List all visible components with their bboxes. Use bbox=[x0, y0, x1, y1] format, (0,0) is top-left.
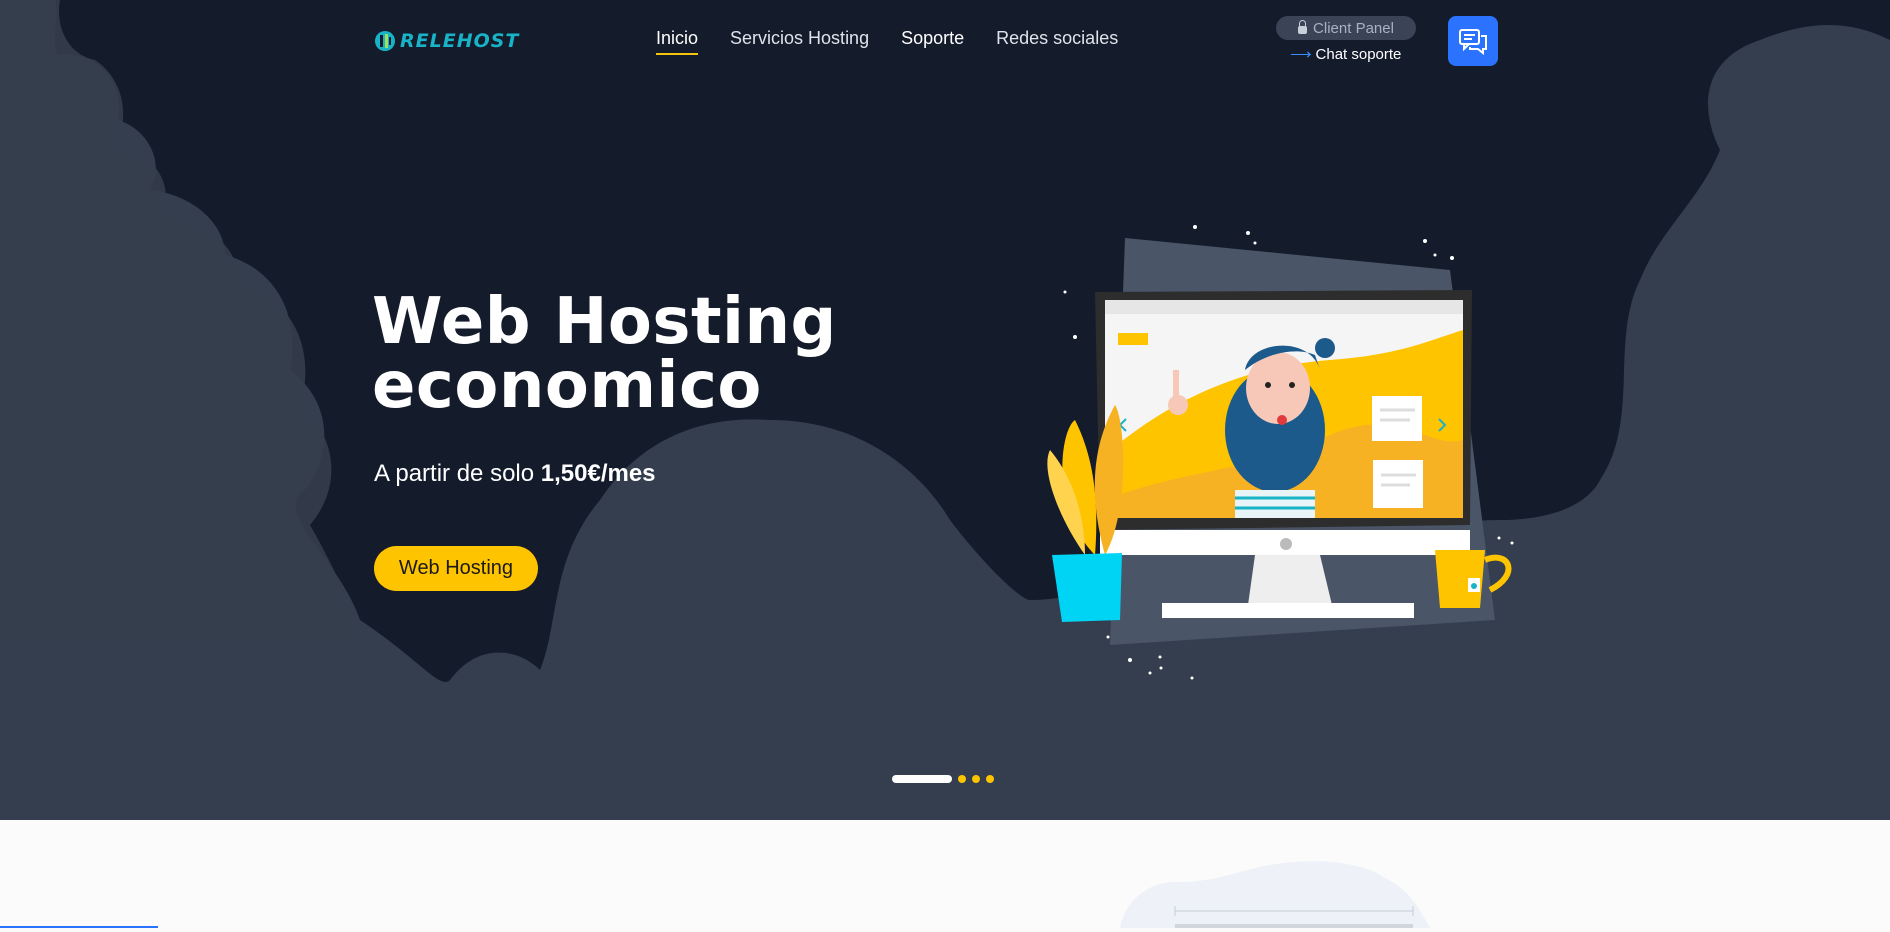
slider-pagination bbox=[892, 775, 994, 783]
chat-support-link[interactable]: ⟶ Chat soporte bbox=[1290, 45, 1402, 64]
subtitle-price: 1,50€/mes bbox=[540, 460, 656, 487]
logo-mark-icon bbox=[375, 31, 395, 51]
chat-support-label: Chat soporte bbox=[1315, 45, 1402, 63]
cloud-background bbox=[0, 0, 1890, 820]
chat-bubbles-icon bbox=[1459, 29, 1487, 55]
chat-button[interactable] bbox=[1448, 16, 1498, 66]
hero-subtitle: A partir de solo 1,50€/mes bbox=[374, 460, 656, 488]
brand-logo[interactable]: RELEHOST bbox=[374, 26, 519, 56]
subtitle-prefix: A partir de solo bbox=[374, 460, 535, 487]
client-panel-label: Client Panel bbox=[1313, 19, 1394, 37]
next-section-decoration bbox=[0, 861, 1430, 928]
client-panel-button[interactable]: Client Panel bbox=[1276, 16, 1416, 40]
hero-section: RELEHOST Inicio Servicios Hosting Soport… bbox=[0, 0, 1890, 820]
nav-item-soporte[interactable]: Soporte bbox=[901, 28, 964, 55]
slider-dot[interactable] bbox=[972, 775, 980, 783]
hero-title-line-1: Web Hosting bbox=[372, 285, 837, 359]
arrow-right-icon: ⟶ bbox=[1290, 46, 1312, 63]
top-navigation: RELEHOST Inicio Servicios Hosting Soport… bbox=[0, 0, 1890, 80]
logo-text: RELEHOST bbox=[400, 30, 520, 52]
next-section bbox=[0, 820, 1890, 928]
lock-icon bbox=[1298, 20, 1308, 34]
slider-dot-active[interactable] bbox=[892, 775, 952, 783]
slider-dot[interactable] bbox=[958, 775, 966, 783]
computer-monitor-illustration bbox=[1047, 225, 1514, 680]
nav-item-inicio[interactable]: Inicio bbox=[656, 28, 699, 55]
nav-item-redes-sociales[interactable]: Redes sociales bbox=[996, 28, 1118, 55]
hero-title: Web Hosting economico bbox=[372, 290, 892, 418]
web-hosting-button[interactable]: Web Hosting bbox=[374, 546, 538, 591]
main-menu: Inicio Servicios Hosting Soporte Redes s… bbox=[656, 28, 1118, 55]
hero-title-line-2: economico bbox=[372, 349, 762, 423]
slider-dot[interactable] bbox=[986, 775, 994, 783]
nav-item-servicios-hosting[interactable]: Servicios Hosting bbox=[730, 28, 869, 55]
